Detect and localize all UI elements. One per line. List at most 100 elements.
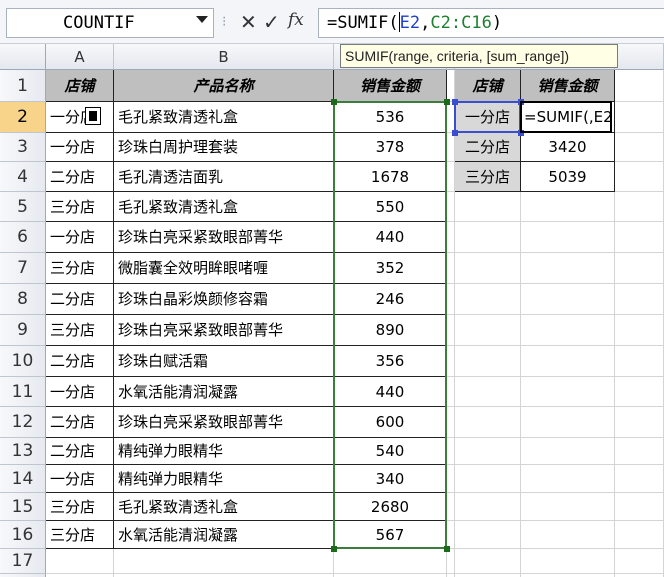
range-resize-handle[interactable]: [331, 546, 337, 552]
grid-cell[interactable]: [521, 253, 615, 284]
grid-cell[interactable]: [455, 346, 521, 377]
grid-cell[interactable]: [521, 521, 615, 549]
criteria-resize-handle[interactable]: [518, 99, 524, 105]
cell-store[interactable]: 三分店: [46, 253, 114, 284]
cell-product-name[interactable]: 珍珠白亮采紧致眼部菁华: [114, 407, 334, 438]
cell-product-name[interactable]: 珍珠白周护理套装: [114, 133, 334, 162]
cell-sales-amount[interactable]: 356: [334, 346, 447, 377]
cell-product-name[interactable]: 珍珠白晶彩焕颜修容霜: [114, 284, 334, 315]
grid-cell[interactable]: [521, 438, 615, 465]
cell-sales-amount[interactable]: 378: [334, 133, 447, 162]
cell-store[interactable]: 三分店: [46, 521, 114, 549]
row-header[interactable]: 9: [0, 315, 46, 346]
grid-cell[interactable]: [447, 192, 455, 222]
summary-cell-store[interactable]: 二分店: [455, 133, 521, 162]
cell-product-name[interactable]: 毛孔紧致清透礼盒: [114, 493, 334, 521]
grid-cell[interactable]: [615, 222, 664, 253]
cancel-icon[interactable]: ✕: [240, 10, 257, 34]
row-header[interactable]: 10: [0, 346, 46, 377]
grid-cell[interactable]: [447, 133, 455, 162]
cell-product-name[interactable]: 水氧活能清润凝露: [114, 521, 334, 549]
cell-sales-amount[interactable]: 352: [334, 253, 447, 284]
grid-cell[interactable]: [615, 70, 664, 102]
grid-cell[interactable]: [455, 521, 521, 549]
grid-cell[interactable]: [521, 222, 615, 253]
grid-cell[interactable]: [615, 133, 664, 162]
name-box[interactable]: COUNTIF: [6, 8, 214, 38]
row-header[interactable]: 11: [0, 377, 46, 407]
cell-sales-amount[interactable]: 340: [334, 465, 447, 493]
cell-sales-amount[interactable]: 890: [334, 315, 447, 346]
cell-store[interactable]: 二分店: [46, 438, 114, 465]
row-header[interactable]: 4: [0, 162, 46, 192]
grid-cell[interactable]: [521, 493, 615, 521]
cell-store[interactable]: 三分店: [46, 493, 114, 521]
summary-header-sales-amount[interactable]: 销售金额: [521, 70, 615, 102]
cell-product-name[interactable]: 珍珠白亮采紧致眼部菁华: [114, 315, 334, 346]
cell-store[interactable]: 一分店: [46, 222, 114, 253]
cell-product-name[interactable]: 毛孔紧致清透礼盒: [114, 102, 334, 133]
cell-store[interactable]: 三分店: [46, 315, 114, 346]
cell-sales-amount[interactable]: 440: [334, 222, 447, 253]
grid-cell[interactable]: [447, 315, 455, 346]
row-header[interactable]: 12: [0, 407, 46, 438]
grid-cell[interactable]: [447, 521, 455, 549]
range-resize-handle[interactable]: [444, 99, 450, 105]
cell-product-name[interactable]: 微脂囊全效明眸眼啫喱: [114, 253, 334, 284]
criteria-resize-handle[interactable]: [518, 130, 524, 136]
header-store[interactable]: 店铺: [46, 70, 114, 102]
row-header[interactable]: 1: [0, 70, 46, 102]
cell-sales-amount[interactable]: 1678: [334, 162, 447, 192]
cell-sales-amount[interactable]: 540: [334, 438, 447, 465]
column-header[interactable]: A: [46, 44, 114, 70]
row-header[interactable]: 8: [0, 284, 46, 315]
row-header[interactable]: 7: [0, 253, 46, 284]
insert-function-icon[interactable]: fx: [288, 10, 304, 30]
range-resize-handle[interactable]: [331, 99, 337, 105]
enter-icon[interactable]: ✓: [263, 10, 280, 34]
grid-cell[interactable]: [521, 407, 615, 438]
header-product-name[interactable]: 产品名称: [114, 70, 334, 102]
summary-cell-sales-amount[interactable]: 3420: [521, 133, 615, 162]
name-box-dropdown-icon[interactable]: [196, 16, 208, 23]
grid-cell[interactable]: [455, 438, 521, 465]
grid-cell[interactable]: [447, 284, 455, 315]
grid-cell[interactable]: [447, 377, 455, 407]
select-all-corner[interactable]: [0, 44, 46, 70]
grid-cell[interactable]: [615, 253, 664, 284]
summary-cell-store[interactable]: 三分店: [455, 162, 521, 192]
summary-cell-sales-amount[interactable]: =SUMIF(,E2: [521, 102, 615, 133]
column-header-filler[interactable]: [615, 44, 664, 70]
grid-cell[interactable]: [615, 549, 664, 574]
formula-bar-resize-handle-icon[interactable]: ⁝: [222, 14, 227, 30]
grid-cell[interactable]: [455, 315, 521, 346]
grid-cell[interactable]: [615, 465, 664, 493]
range-resize-handle[interactable]: [444, 546, 450, 552]
row-header[interactable]: 17: [0, 549, 46, 574]
cell-sales-amount[interactable]: 550: [334, 192, 447, 222]
grid-cell[interactable]: [447, 222, 455, 253]
grid-cell[interactable]: [447, 549, 455, 574]
grid-cell[interactable]: [447, 346, 455, 377]
cell-store[interactable]: 一分店: [46, 133, 114, 162]
cell-store[interactable]: 一分店: [46, 465, 114, 493]
grid-cell[interactable]: [521, 284, 615, 315]
cell-store[interactable]: 二分店: [46, 284, 114, 315]
cell-store[interactable]: 二分店: [46, 162, 114, 192]
grid-cell[interactable]: [455, 222, 521, 253]
cell-product-name[interactable]: 精纯弹力眼精华: [114, 465, 334, 493]
grid-cell[interactable]: [521, 549, 615, 574]
cell-product-name[interactable]: 精纯弹力眼精华: [114, 438, 334, 465]
cell-sales-amount[interactable]: 440: [334, 377, 447, 407]
grid-cell[interactable]: [615, 377, 664, 407]
row-header[interactable]: 6: [0, 222, 46, 253]
row-header[interactable]: 2: [0, 102, 46, 133]
grid-cell[interactable]: [447, 407, 455, 438]
grid-cell[interactable]: [615, 438, 664, 465]
grid-cell[interactable]: [615, 346, 664, 377]
grid-cell[interactable]: [455, 192, 521, 222]
cell-sales-amount[interactable]: 600: [334, 407, 447, 438]
grid-cell[interactable]: [455, 549, 521, 574]
summary-header-store[interactable]: 店铺: [455, 70, 521, 102]
grid-cell[interactable]: [114, 549, 334, 574]
